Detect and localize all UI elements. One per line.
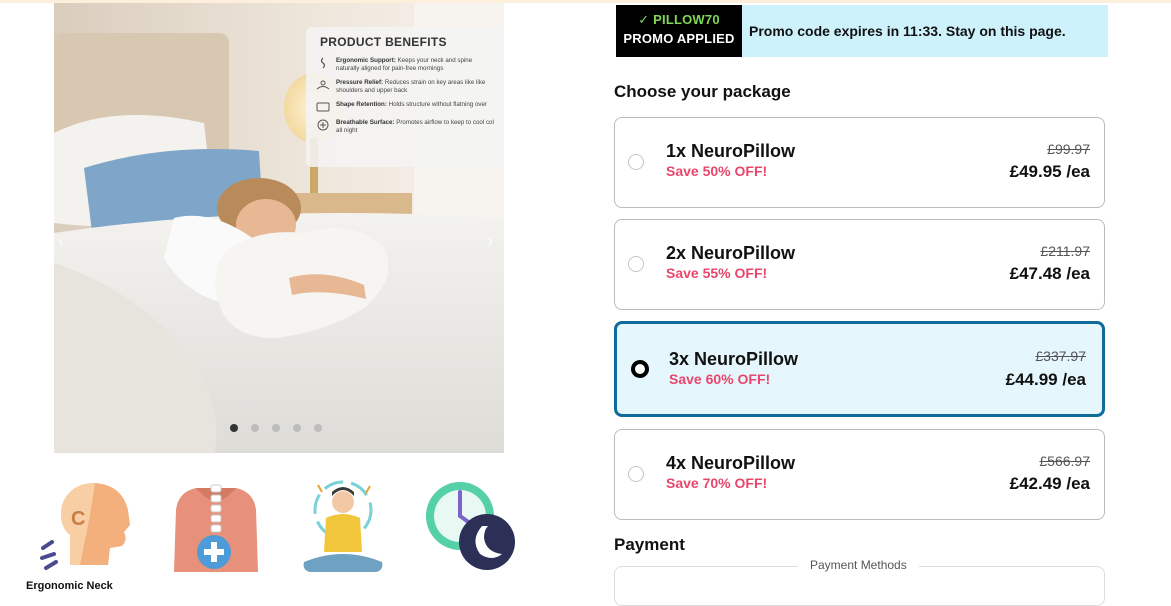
feature-label: Ergonomic Neck xyxy=(26,580,113,592)
benefit-text: Holds structure without flatning over xyxy=(388,101,487,108)
package-radio[interactable] xyxy=(628,154,644,170)
package-radio[interactable] xyxy=(628,256,644,272)
gallery-dot[interactable] xyxy=(230,424,238,432)
package-name: 4x NeuroPillow xyxy=(666,453,796,473)
package-savings: Save 55% OFF! xyxy=(666,265,768,281)
benefit-item: Shape Retention: Holds structure without… xyxy=(316,101,496,113)
gallery-dot[interactable] xyxy=(251,424,259,432)
package-price: £47.48 /ea xyxy=(1009,264,1090,283)
package-option-4x[interactable]: 4x NeuroPillow Save 70% OFF! £566.97 £42… xyxy=(614,429,1105,520)
benefit-title: Pressure Relief: xyxy=(336,79,384,86)
payment-methods-label: Payment Methods xyxy=(798,558,919,572)
payment-methods-box[interactable] xyxy=(614,566,1105,606)
next-arrow-icon[interactable]: › xyxy=(487,231,493,252)
prev-arrow-icon[interactable]: ‹ xyxy=(58,231,64,252)
spine-icon xyxy=(316,57,330,69)
package-radio[interactable] xyxy=(628,466,644,482)
benefit-title: Shape Retention: xyxy=(336,101,387,108)
feature-ergonomic-neck: C Ergonomic Neck xyxy=(26,480,140,592)
back-spine-icon xyxy=(174,484,258,572)
promo-code: ✓ PILLOW70 xyxy=(638,12,720,27)
product-gallery[interactable]: PRODUCT BENEFITS Ergonomic Support: Keep… xyxy=(54,3,504,453)
promo-applied-label: PROMO APPLIED xyxy=(623,31,735,46)
package-name: 2x NeuroPillow xyxy=(666,243,796,263)
package-section-title: Choose your package xyxy=(614,82,791,101)
promo-badge: ✓ PILLOW70 PROMO APPLIED xyxy=(616,5,742,57)
package-original-price: £211.97 xyxy=(1040,243,1090,259)
benefits-title: PRODUCT BENEFITS xyxy=(320,35,447,49)
package-original-price: £99.97 xyxy=(1047,141,1090,157)
package-option-2x[interactable]: 2x NeuroPillow Save 55% OFF! £211.97 £47… xyxy=(614,219,1105,310)
gallery-dot[interactable] xyxy=(272,424,280,432)
benefit-title: Breathable Surface: xyxy=(336,119,395,126)
package-savings: Save 50% OFF! xyxy=(666,163,768,179)
package-option-1x[interactable]: 1x NeuroPillow Save 50% OFF! £99.97 £49.… xyxy=(614,117,1105,208)
package-savings: Save 60% OFF! xyxy=(669,371,771,387)
feature-sleep-clock xyxy=(422,480,522,590)
package-price: £49.95 /ea xyxy=(1009,162,1090,181)
package-name: 1x NeuroPillow xyxy=(666,141,796,161)
benefit-item: Ergonomic Support: Keeps your neck and s… xyxy=(316,57,496,73)
package-price: £42.49 /ea xyxy=(1009,474,1090,493)
package-name: 3x NeuroPillow xyxy=(669,349,799,369)
benefit-item: Pressure Relief: Reduces strain on key a… xyxy=(316,79,496,95)
package-savings: Save 70% OFF! xyxy=(666,475,768,491)
airflow-icon xyxy=(316,119,330,131)
package-original-price: £566.97 xyxy=(1039,453,1090,469)
promo-banner: ✓ PILLOW70 PROMO APPLIED Promo code expi… xyxy=(616,5,1108,57)
ergonomic-neck-icon: C xyxy=(40,483,130,570)
benefit-title: Ergonomic Support: xyxy=(336,57,396,64)
pressure-icon xyxy=(316,79,330,91)
payment-title: Payment xyxy=(614,535,685,554)
meditation-icon xyxy=(303,480,383,572)
feature-back-spine xyxy=(166,480,266,590)
package-radio-selected[interactable] xyxy=(631,360,649,378)
promo-timer-message: Promo code expires in 11:33. Stay on thi… xyxy=(749,23,1066,39)
gallery-dots xyxy=(230,424,322,432)
package-option-3x[interactable]: 3x NeuroPillow Save 60% OFF! £337.97 £44… xyxy=(614,321,1105,417)
pillow-shape-icon xyxy=(316,101,330,113)
gallery-dot[interactable] xyxy=(314,424,322,432)
sleep-clock-icon xyxy=(426,482,515,570)
svg-text:C: C xyxy=(71,508,85,530)
feature-meditation xyxy=(298,480,398,590)
package-original-price: £337.97 xyxy=(1035,348,1086,364)
gallery-dot[interactable] xyxy=(293,424,301,432)
package-price: £44.99 /ea xyxy=(1005,370,1086,389)
product-benefits-card: PRODUCT BENEFITS Ergonomic Support: Keep… xyxy=(306,27,504,167)
benefit-item: Breathable Surface: Promotes airflow to … xyxy=(316,119,496,135)
